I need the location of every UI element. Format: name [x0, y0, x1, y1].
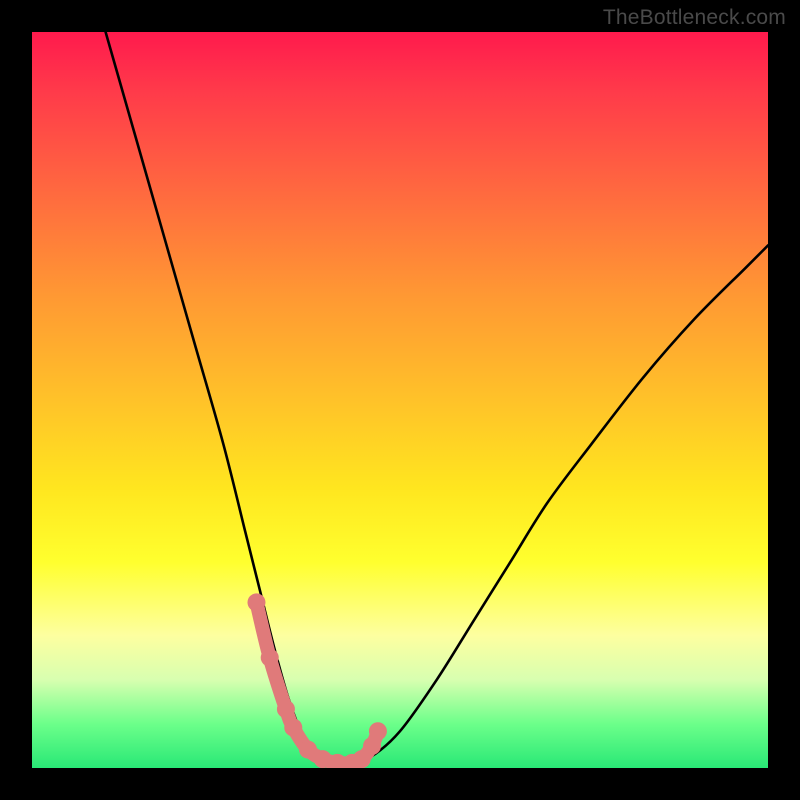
- highlight-dot: [247, 593, 265, 611]
- highlight-dot: [261, 649, 279, 667]
- bottleneck-curve: [106, 32, 768, 764]
- watermark-text: TheBottleneck.com: [603, 6, 786, 30]
- highlight-dot: [277, 700, 295, 718]
- highlight-stroke: [256, 602, 377, 763]
- curve-layer: [32, 32, 768, 768]
- chart-frame: [32, 32, 768, 768]
- highlight-dot: [284, 719, 302, 737]
- plot-area: [32, 32, 768, 768]
- highlight-dot: [369, 722, 387, 740]
- highlight-dot: [299, 741, 317, 759]
